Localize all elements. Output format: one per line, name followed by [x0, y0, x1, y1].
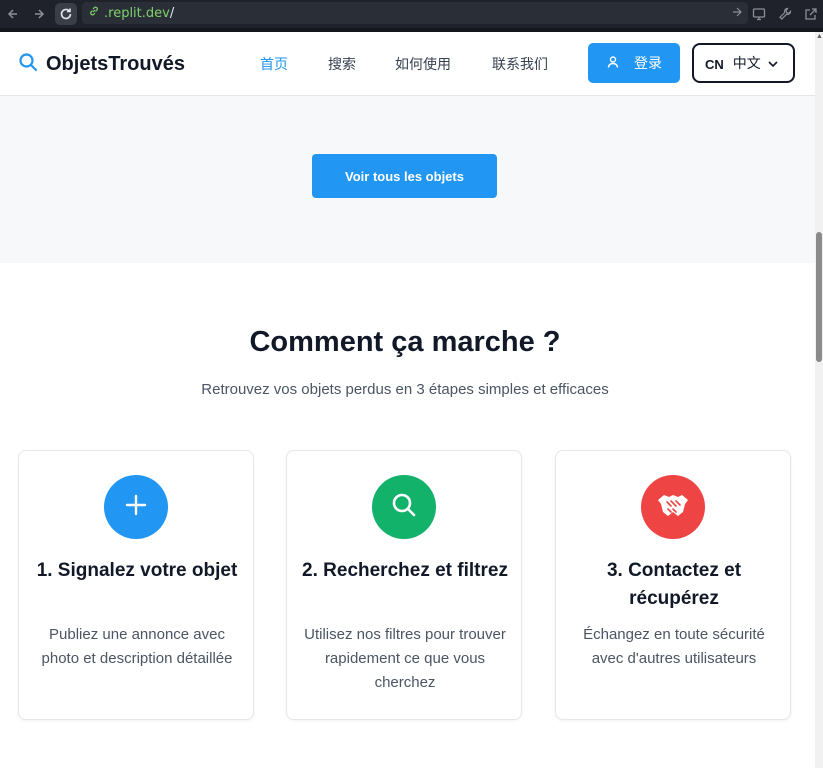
nav-search[interactable]: 搜索	[328, 54, 356, 74]
search-icon	[390, 491, 418, 524]
forward-icon[interactable]	[26, 0, 52, 28]
chevron-down-icon	[767, 57, 779, 75]
nav-how-to-use[interactable]: 如何使用	[395, 54, 451, 74]
site-header: ObjetsTrouvés 首页 搜索 如何使用 联系我们 登录 CN 中文	[0, 32, 815, 96]
monitor-icon[interactable]	[751, 6, 767, 22]
step-description: Utilisez nos filtres pour trouver rapide…	[304, 626, 506, 691]
nav-home[interactable]: 首页	[260, 54, 288, 74]
browser-toolbar: .replit.dev/	[0, 0, 823, 28]
reload-icon[interactable]	[55, 3, 77, 25]
language-code: CN	[705, 57, 724, 72]
step-icon-circle	[372, 475, 436, 539]
page: .replit.dev/ ObjetsTrouvés 首页 搜索 如何使用 联系…	[0, 0, 823, 768]
step-title: 2. Recherchez et filtrez	[302, 560, 508, 581]
wrench-icon[interactable]	[777, 6, 793, 22]
nav-contact[interactable]: 联系我们	[492, 54, 548, 74]
step-card-search: 2. Recherchez et filtrez Utilisez nos fi…	[286, 450, 522, 720]
scroll-up-icon[interactable]: ▲	[816, 33, 823, 40]
how-it-works-title: Comment ça marche ?	[249, 326, 561, 358]
step-icon-circle	[104, 475, 168, 539]
how-it-works-subtitle: Retrouvez vos objets perdus en 3 étapes …	[201, 381, 609, 398]
login-button[interactable]: 登录	[588, 43, 680, 83]
browser-actions	[751, 0, 823, 28]
scrollbar-thumb[interactable]	[816, 232, 822, 362]
address-bar[interactable]: .replit.dev/	[82, 2, 748, 24]
back-icon[interactable]	[0, 0, 26, 28]
user-icon	[606, 55, 620, 72]
step-title: 1. Signalez votre objet	[36, 560, 238, 581]
search-icon	[18, 52, 38, 77]
logo[interactable]: ObjetsTrouvés	[18, 52, 185, 77]
step-description: Échangez en toute sécurité avec d'autres…	[583, 626, 765, 667]
step-card-report: 1. Signalez votre objet Publiez une anno…	[18, 450, 254, 720]
logo-text: ObjetsTrouvés	[46, 53, 185, 75]
language-label: 中文	[732, 55, 761, 71]
url-text: .replit.dev/	[104, 5, 175, 21]
step-description: Publiez une annonce avec photo et descri…	[41, 626, 233, 667]
scrollbar[interactable]: ▲	[815, 32, 823, 768]
link-icon	[88, 4, 100, 22]
go-arrow-icon[interactable]	[732, 6, 742, 20]
step-title: 3. Contactez et récupérez	[606, 560, 742, 609]
language-select[interactable]: CN 中文	[692, 43, 795, 83]
handshake-icon	[656, 491, 690, 524]
view-all-objects-button[interactable]: Voir tous les objets	[312, 154, 497, 198]
login-label: 登录	[634, 55, 662, 71]
step-icon-circle	[641, 475, 705, 539]
step-card-contact: 3. Contactez et récupérez Échangez en to…	[555, 450, 791, 720]
external-link-icon[interactable]	[803, 6, 819, 22]
hero-section: Voir tous les objets	[0, 97, 815, 263]
plus-icon	[124, 493, 148, 522]
